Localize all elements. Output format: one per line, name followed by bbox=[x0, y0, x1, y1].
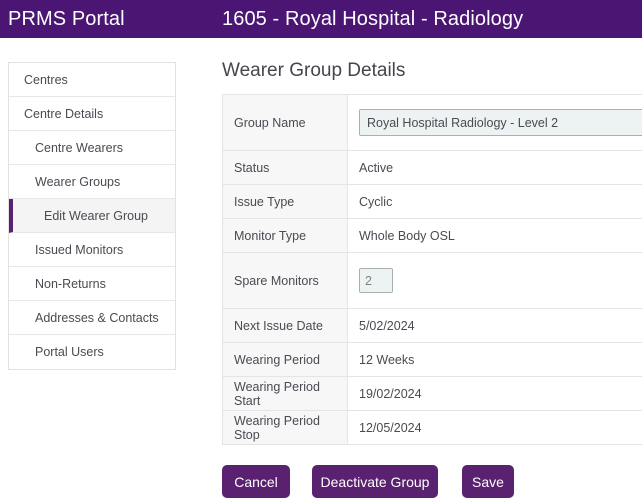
save-button[interactable]: Save bbox=[462, 465, 514, 498]
sidebar-item-label: Issued Monitors bbox=[35, 242, 124, 257]
row-value-spare-monitors bbox=[347, 252, 642, 309]
app-brand-title: PRMS Portal bbox=[8, 7, 125, 30]
table-row-next-issue-date: Next Issue Date 5/02/2024 bbox=[222, 308, 642, 343]
sidebar-item-wearer-groups[interactable]: Wearer Groups bbox=[9, 165, 175, 199]
row-value-wearing-period: 12 Weeks bbox=[347, 342, 642, 377]
row-value-monitor-type: Whole Body OSL bbox=[347, 218, 642, 253]
table-row-wearing-period-stop: Wearing Period Stop 12/05/2024 bbox=[222, 410, 642, 445]
sidebar-item-edit-wearer-group[interactable]: Edit Wearer Group bbox=[9, 199, 175, 233]
sidebar-item-label: Centre Details bbox=[24, 106, 104, 121]
table-row-issue-type: Issue Type Cyclic bbox=[222, 184, 642, 219]
sidebar-item-label: Addresses & Contacts bbox=[35, 310, 159, 325]
table-row-status: Status Active bbox=[222, 150, 642, 185]
sidebar-item-non-returns[interactable]: Non-Returns bbox=[9, 267, 175, 301]
sidebar-item-centres[interactable]: Centres bbox=[9, 63, 175, 97]
main-content: Wearer Group Details Group Name Status A… bbox=[222, 38, 642, 501]
sidebar-nav: Centres Centre Details Centre Wearers We… bbox=[8, 62, 176, 370]
group-name-input[interactable] bbox=[359, 109, 642, 136]
top-header-bar: PRMS Portal 1605 - Royal Hospital - Radi… bbox=[0, 0, 642, 38]
table-row-wearing-period: Wearing Period 12 Weeks bbox=[222, 342, 642, 377]
table-row-spare-monitors: Spare Monitors bbox=[222, 252, 642, 309]
table-row-wearing-period-start: Wearing Period Start 19/02/2024 bbox=[222, 376, 642, 411]
sidebar-item-label: Portal Users bbox=[35, 345, 104, 359]
table-row-group-name: Group Name bbox=[222, 94, 642, 151]
row-label-group-name: Group Name bbox=[222, 94, 348, 151]
row-label-wearing-period: Wearing Period bbox=[222, 342, 348, 377]
form-action-buttons: Cancel Deactivate Group Save bbox=[222, 465, 514, 498]
row-value-wearing-period-stop: 12/05/2024 bbox=[347, 410, 642, 445]
row-label-wearing-period-start: Wearing Period Start bbox=[222, 376, 348, 411]
sidebar-item-centre-details[interactable]: Centre Details bbox=[9, 97, 175, 131]
sidebar-item-label: Edit Wearer Group bbox=[44, 208, 148, 223]
row-value-wearing-period-start: 19/02/2024 bbox=[347, 376, 642, 411]
sidebar-item-issued-monitors[interactable]: Issued Monitors bbox=[9, 233, 175, 267]
sidebar-item-label: Centres bbox=[24, 72, 68, 87]
row-label-spare-monitors: Spare Monitors bbox=[222, 252, 348, 309]
row-label-issue-type: Issue Type bbox=[222, 184, 348, 219]
spare-monitors-input[interactable] bbox=[359, 268, 393, 293]
sidebar-item-portal-users[interactable]: Portal Users bbox=[9, 335, 175, 369]
sidebar-item-label: Centre Wearers bbox=[35, 140, 123, 155]
wearer-group-details-table: Group Name Status Active Issue Type Cycl… bbox=[222, 94, 642, 445]
deactivate-group-button[interactable]: Deactivate Group bbox=[312, 465, 438, 498]
page-title: Wearer Group Details bbox=[222, 60, 406, 81]
row-label-wearing-period-stop: Wearing Period Stop bbox=[222, 410, 348, 445]
cancel-button[interactable]: Cancel bbox=[222, 465, 290, 498]
row-value-issue-type: Cyclic bbox=[347, 184, 642, 219]
sidebar-item-label: Non-Returns bbox=[35, 276, 106, 291]
row-value-next-issue-date: 5/02/2024 bbox=[347, 308, 642, 343]
sidebar-item-centre-wearers[interactable]: Centre Wearers bbox=[9, 131, 175, 165]
sidebar-item-addresses-contacts[interactable]: Addresses & Contacts bbox=[9, 301, 175, 335]
sidebar-item-label: Wearer Groups bbox=[35, 174, 121, 189]
row-value-group-name bbox=[347, 94, 642, 151]
centre-context-title: 1605 - Royal Hospital - Radiology bbox=[222, 7, 524, 30]
row-label-status: Status bbox=[222, 150, 348, 185]
row-label-next-issue-date: Next Issue Date bbox=[222, 308, 348, 343]
row-value-status: Active bbox=[347, 150, 642, 185]
app-root: PRMS Portal 1605 - Royal Hospital - Radi… bbox=[0, 0, 642, 501]
table-row-monitor-type: Monitor Type Whole Body OSL bbox=[222, 218, 642, 253]
row-label-monitor-type: Monitor Type bbox=[222, 218, 348, 253]
